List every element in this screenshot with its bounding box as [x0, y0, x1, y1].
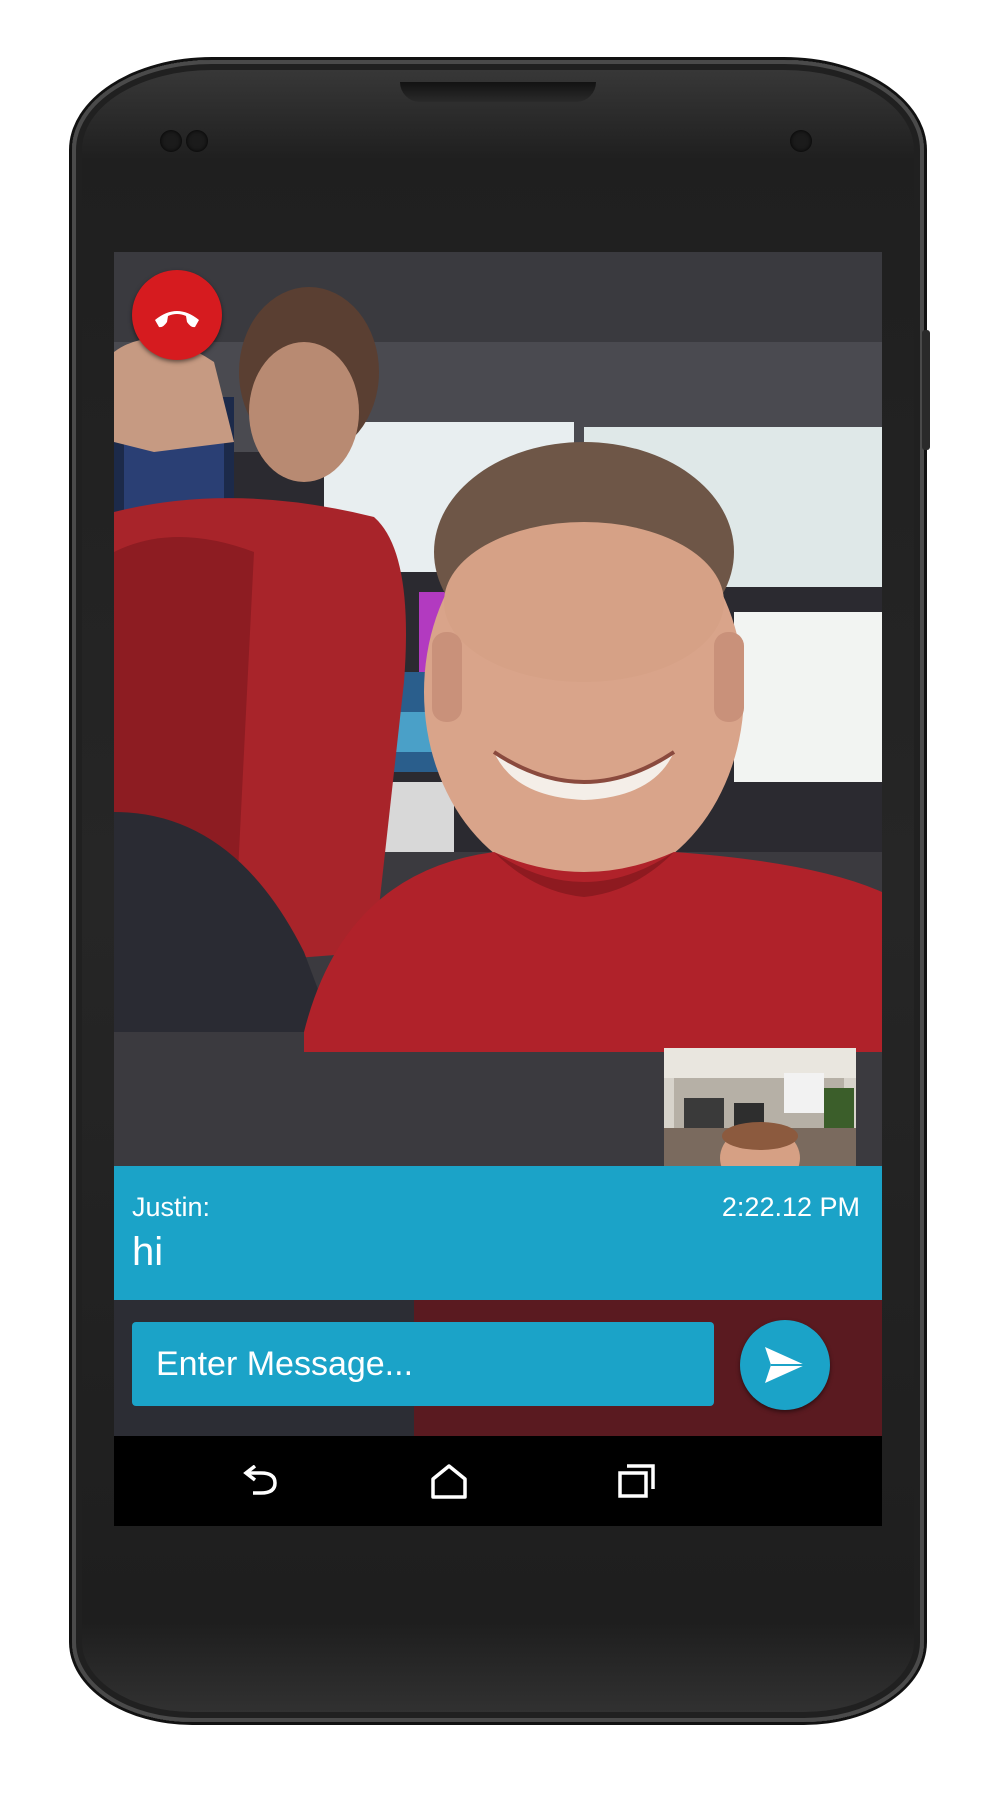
phone-sensor	[186, 130, 208, 152]
navigation-bar	[114, 1436, 882, 1526]
home-button[interactable]	[424, 1456, 474, 1506]
message-timestamp: 2:22.12 PM	[721, 1192, 860, 1222]
phone-hangup-icon	[155, 311, 199, 328]
self-video-preview	[664, 1048, 856, 1166]
phone-screen: Justin: 2:22.12 PM hi	[114, 252, 882, 1526]
front-camera	[790, 130, 812, 152]
message-sender: Justin:	[132, 1192, 211, 1222]
self-video-image	[664, 1048, 856, 1166]
message-input[interactable]	[132, 1322, 714, 1406]
phone-earpiece	[400, 82, 596, 102]
composer-row	[114, 1300, 882, 1436]
recents-button[interactable]	[612, 1456, 662, 1506]
phone-side-button	[922, 330, 930, 450]
received-message: Justin: 2:22.12 PM hi	[114, 1166, 882, 1300]
recents-icon	[618, 1464, 655, 1498]
send-button[interactable]	[740, 1320, 830, 1410]
message-text: hi	[132, 1230, 164, 1274]
send-icon	[765, 1347, 805, 1383]
back-icon	[243, 1465, 277, 1495]
mockup-stage: Justin: 2:22.12 PM hi	[0, 0, 995, 1794]
end-call-button[interactable]	[132, 270, 222, 360]
phone-sensor	[160, 130, 182, 152]
back-button[interactable]	[236, 1456, 286, 1506]
home-icon	[431, 1464, 467, 1499]
